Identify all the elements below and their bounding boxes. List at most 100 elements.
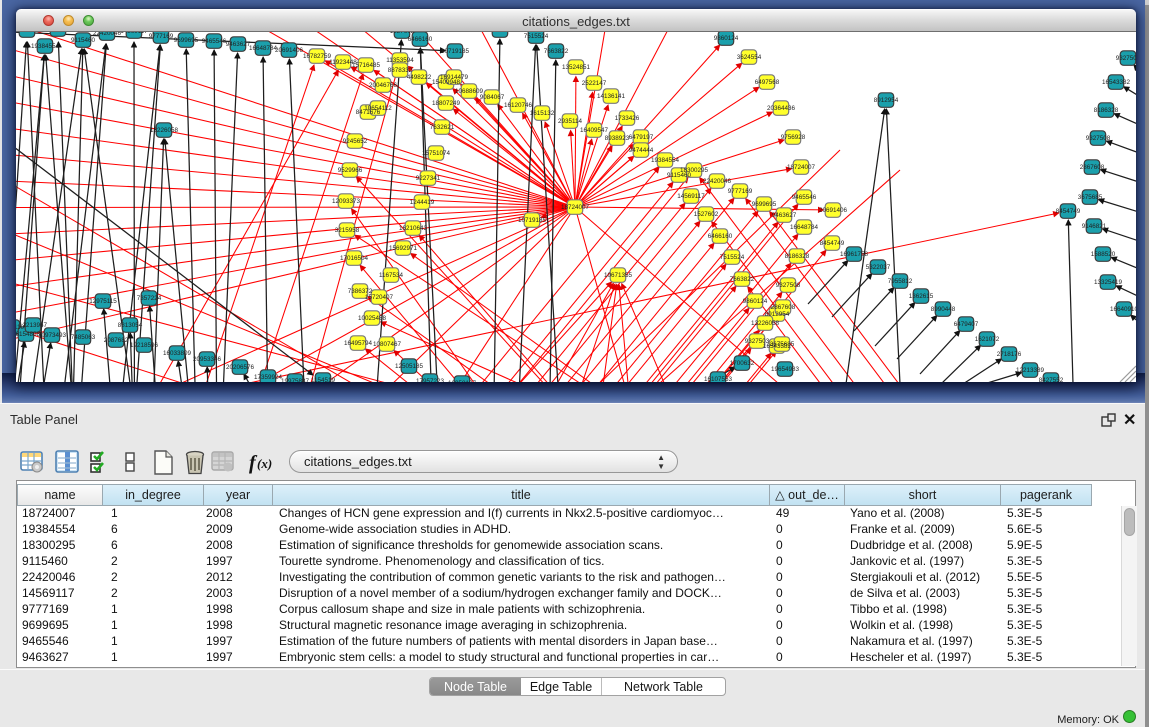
svg-text:1362615: 1362615 (909, 293, 934, 300)
svg-text:16648784: 16648784 (249, 45, 278, 52)
svg-text:16154808: 16154808 (16, 331, 40, 338)
svg-text:5322037: 5322037 (866, 264, 891, 271)
svg-text:14569117: 14569117 (677, 193, 705, 200)
svg-text:1244419: 1244419 (410, 199, 435, 206)
svg-text:8454749: 8454749 (820, 240, 845, 247)
svg-text:16409547: 16409547 (580, 127, 609, 134)
svg-text:9327508: 9327508 (776, 282, 801, 289)
svg-text:9146821: 9146821 (1082, 223, 1107, 230)
svg-text:10719185: 10719185 (441, 48, 470, 55)
svg-text:7485063: 7485063 (71, 334, 96, 341)
svg-text:16640910: 16640910 (1110, 306, 1136, 313)
svg-text:2087682: 2087682 (104, 337, 129, 344)
svg-text:18724007: 18724007 (787, 164, 816, 171)
svg-text:16543382: 16543382 (1102, 79, 1131, 86)
svg-text:18724007: 18724007 (561, 204, 590, 211)
svg-text:10671355: 10671355 (486, 32, 515, 34)
svg-text:16648784: 16648784 (790, 224, 819, 231)
svg-text:20046766: 20046766 (369, 82, 398, 89)
svg-text:2522147: 2522147 (582, 80, 607, 87)
svg-text:15692971: 15692971 (389, 245, 418, 252)
svg-text:16120746: 16120746 (504, 102, 533, 109)
svg-text:7663822: 7663822 (730, 276, 755, 283)
svg-text:18724007: 18724007 (16, 32, 41, 34)
svg-text:7955812: 7955812 (888, 278, 913, 285)
svg-text:3215958: 3215958 (335, 227, 360, 234)
svg-text:9465546: 9465546 (202, 38, 227, 45)
svg-text:7515524: 7515524 (720, 254, 745, 261)
svg-text:1700632: 1700632 (730, 360, 755, 367)
svg-text:1154519: 1154519 (311, 377, 336, 382)
svg-text:3624554: 3624554 (737, 54, 762, 61)
svg-text:9227341: 9227341 (416, 175, 441, 182)
svg-text:16914479: 16914479 (440, 74, 469, 81)
svg-text:9245652: 9245652 (343, 138, 368, 145)
svg-text:1527602: 1527602 (694, 211, 719, 218)
svg-text:20206576: 20206576 (226, 364, 255, 371)
svg-text:13226058: 13226058 (751, 320, 780, 327)
svg-text:9327503: 9327503 (1116, 55, 1136, 62)
svg-text:13524851: 13524851 (562, 64, 591, 71)
svg-text:20691406: 20691406 (819, 207, 848, 214)
svg-text:3675685: 3675685 (770, 341, 795, 348)
svg-text:(x): (x) (257, 456, 272, 471)
svg-text:9529966: 9529966 (338, 167, 363, 174)
svg-text:2935114: 2935114 (558, 118, 583, 125)
svg-text:9465546: 9465546 (792, 194, 817, 201)
svg-text:15716485: 15716485 (352, 62, 381, 69)
svg-text:11353594: 11353594 (386, 57, 414, 64)
svg-text:2867608: 2867608 (771, 304, 796, 311)
svg-text:12213389: 12213389 (1016, 367, 1045, 374)
svg-text:8813054: 8813054 (118, 322, 143, 329)
svg-text:18300295: 18300295 (44, 32, 73, 33)
svg-text:17359924: 17359924 (254, 374, 283, 381)
svg-text:6466160: 6466160 (408, 36, 433, 43)
svg-text:20953346: 20953346 (193, 356, 222, 363)
svg-text:1621072: 1621072 (975, 336, 1000, 343)
svg-text:8912954: 8912954 (874, 97, 899, 104)
svg-text:9777169: 9777169 (149, 33, 174, 40)
svg-text:10973493: 10973493 (38, 332, 67, 339)
svg-text:20691406: 20691406 (275, 47, 304, 54)
svg-text:8427552: 8427552 (1039, 377, 1064, 382)
svg-text:9463627: 9463627 (772, 212, 797, 219)
svg-text:9115460: 9115460 (71, 37, 96, 44)
svg-text:7515524: 7515524 (524, 33, 549, 40)
svg-text:16210643: 16210643 (399, 225, 428, 232)
svg-text:16782759: 16782759 (303, 53, 332, 60)
svg-text:16495794: 16495794 (344, 340, 373, 347)
svg-text:12505185: 12505185 (395, 363, 424, 370)
svg-text:9699695: 9699695 (752, 201, 777, 208)
svg-text:1167534: 1167534 (379, 272, 404, 279)
svg-text:6466160: 6466160 (708, 233, 733, 240)
svg-text:6479197: 6479197 (629, 134, 654, 141)
svg-text:15720407: 15720407 (365, 294, 394, 301)
svg-text:2718176: 2718176 (997, 351, 1022, 358)
svg-text:8990448: 8990448 (931, 306, 956, 313)
svg-text:3675685: 3675685 (1078, 194, 1103, 201)
svg-text:15751074: 15751074 (422, 150, 451, 157)
svg-text:8454749: 8454749 (1056, 208, 1081, 215)
svg-text:9474444: 9474444 (629, 147, 654, 154)
svg-text:7663822: 7663822 (544, 48, 569, 55)
svg-text:9327508: 9327508 (1086, 135, 1111, 142)
svg-text:8186328: 8186328 (785, 253, 810, 260)
svg-text:12975115: 12975115 (89, 298, 117, 305)
svg-text:19218596: 19218596 (130, 342, 159, 349)
svg-text:1588520: 1588520 (1091, 251, 1116, 258)
svg-text:16961758: 16961758 (840, 251, 869, 258)
svg-text:22420046: 22420046 (703, 178, 732, 185)
svg-text:13325419: 13325419 (1094, 279, 1123, 286)
svg-text:13226058: 13226058 (150, 127, 179, 134)
svg-text:4498222: 4498222 (407, 74, 432, 81)
svg-text:1615132: 1615132 (530, 110, 555, 117)
svg-text:14569117: 14569117 (120, 32, 148, 35)
svg-text:9860124: 9860124 (714, 35, 739, 42)
svg-text:9777169: 9777169 (728, 188, 753, 195)
svg-text:8912954: 8912954 (765, 311, 790, 318)
svg-text:17957223: 17957223 (416, 378, 445, 382)
svg-text:8186328: 8186328 (1094, 107, 1119, 114)
svg-text:12213967: 12213967 (19, 322, 48, 329)
svg-text:16033809: 16033809 (163, 350, 192, 357)
svg-text:19384554: 19384554 (31, 43, 60, 50)
